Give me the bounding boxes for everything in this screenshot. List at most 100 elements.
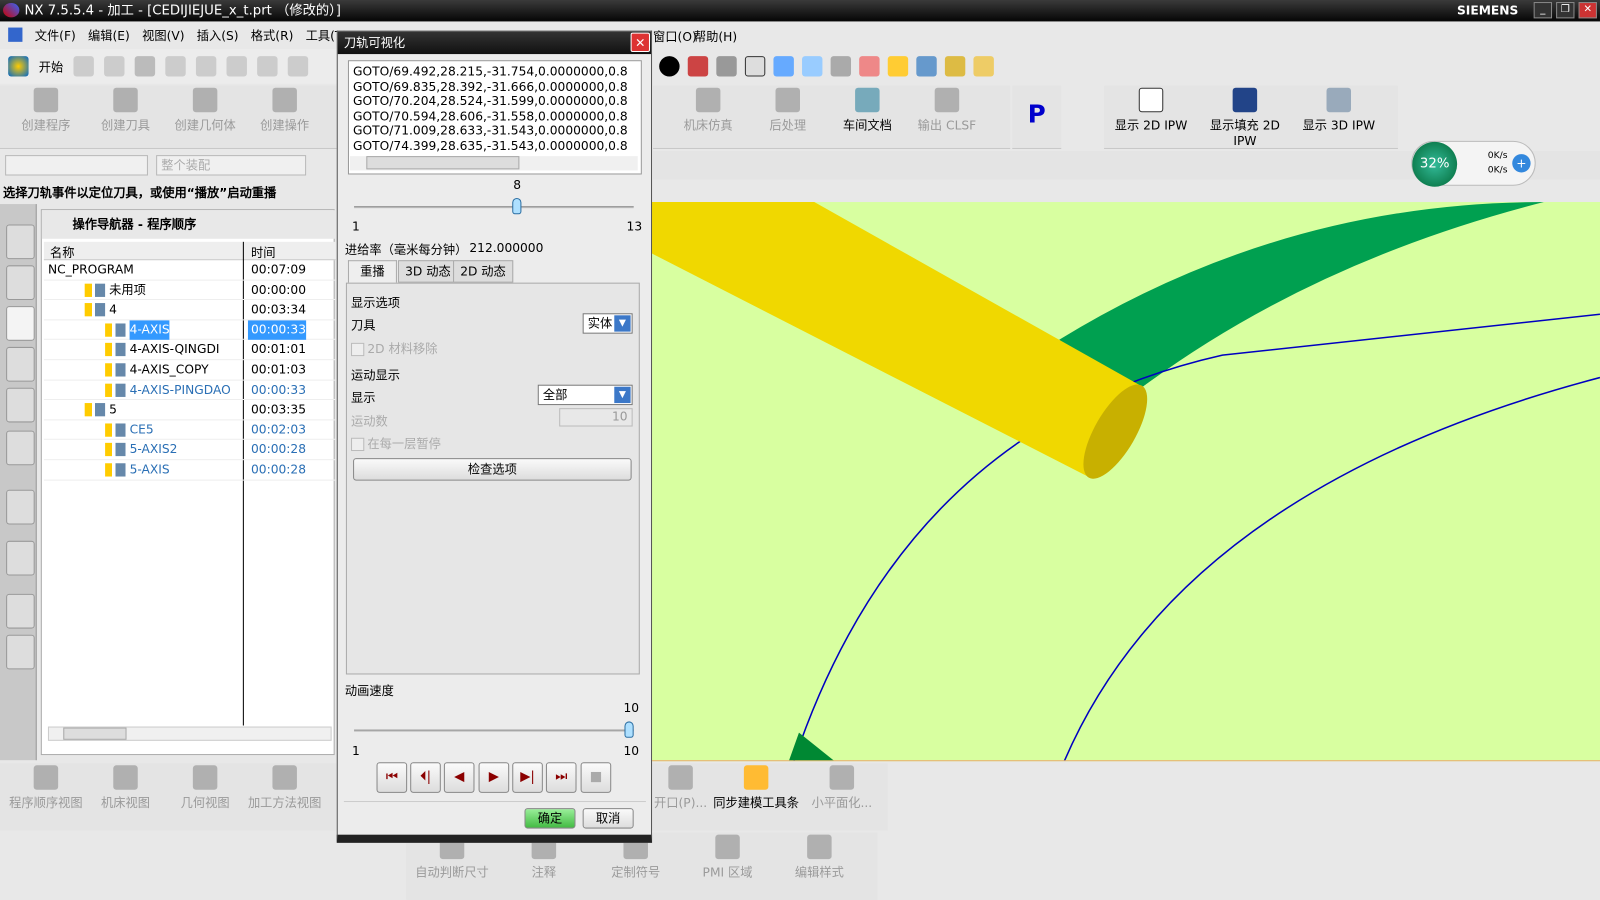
check-options-button[interactable]: 检查选项 (353, 458, 632, 481)
forward-to-end-button[interactable]: ⏭ (545, 762, 577, 793)
geometry-view-button[interactable]: 几何视图 (165, 763, 245, 830)
column-name[interactable]: 名称 (50, 244, 75, 261)
material-removal-checkbox[interactable]: 2D 材料移除 (351, 340, 437, 357)
speed-slider-thumb[interactable] (624, 721, 634, 738)
restore-button[interactable]: ❐ (1556, 2, 1575, 19)
table-row[interactable]: 4-AXIS_COPY 00:01:03 (43, 360, 336, 381)
table-row[interactable]: NC_PROGRAM 00:07:09 (43, 260, 336, 281)
horizontal-scrollbar[interactable] (47, 726, 332, 741)
filter-icon[interactable] (916, 56, 937, 77)
table-row[interactable]: 未用项 00:00:00 (43, 280, 336, 301)
menu-view[interactable]: 视图(V) (142, 26, 184, 43)
tab-replay[interactable]: 重播 (347, 260, 397, 283)
facet-button[interactable]: 小平面化... (802, 763, 882, 830)
pmi-region-button[interactable]: PMI 区域 (682, 833, 774, 900)
menu-window[interactable]: 窗口(O) (653, 28, 697, 45)
table-row[interactable]: 5 00:03:35 (43, 400, 336, 421)
create-tool-button[interactable]: 创建刀具 (86, 86, 166, 134)
paste-icon[interactable] (226, 56, 247, 77)
method-view-button[interactable]: 加工方法视图 (245, 763, 325, 830)
column-time[interactable]: 时间 (251, 244, 276, 261)
show-3d-ipw-button[interactable]: 显示 3D IPW (1292, 86, 1386, 134)
show-fill-2d-ipw-button[interactable]: 显示填充 2D IPW (1198, 86, 1292, 148)
history-tab[interactable] (6, 593, 35, 629)
constraint-navigator-tab[interactable] (6, 265, 35, 300)
machine-navigator-tab[interactable] (6, 346, 35, 382)
display-dropdown[interactable]: 全部 ▼ (537, 384, 633, 406)
rewind-to-start-button[interactable]: ⏮ (376, 762, 408, 793)
table-row[interactable]: 5-AXIS 00:00:28 (43, 460, 336, 481)
list-item[interactable]: GOTO/74.399,28.635,-31.543,0.0000000,0.8 (353, 138, 637, 153)
output-clsf-button[interactable]: 输出 CLSF (907, 86, 987, 134)
delete-icon[interactable] (257, 56, 278, 77)
list-item[interactable]: GOTO/70.594,28.606,-31.558,0.0000000,0.8 (353, 109, 637, 124)
play-forward-button[interactable]: ▶ (478, 762, 510, 793)
save-icon[interactable] (134, 56, 156, 77)
selection-filter-dropdown[interactable] (5, 155, 148, 176)
menu-format[interactable]: 格式(R) (251, 26, 294, 43)
web-browser-tab[interactable] (6, 489, 35, 525)
assembly-navigator-tab[interactable] (6, 224, 35, 260)
create-geometry-button[interactable]: 创建几何体 (165, 86, 245, 134)
table-row[interactable]: CE5 00:02:03 (43, 420, 336, 441)
layer-icon[interactable] (830, 56, 852, 77)
table-row[interactable]: 5-AXIS2 00:00:28 (43, 440, 336, 461)
pause-each-layer-checkbox[interactable]: 在每一层暂停 (351, 435, 441, 452)
ok-button[interactable]: 确定 (524, 808, 576, 829)
start-button[interactable]: 开始 (39, 58, 64, 75)
tab-3d-dynamic[interactable]: 3D 动态 (397, 260, 458, 283)
event-slider-track[interactable] (354, 206, 634, 209)
open-icon[interactable] (104, 56, 125, 77)
step-forward-button[interactable]: ▶| (512, 762, 543, 793)
add-icon[interactable]: + (1512, 154, 1531, 173)
tool-display-dropdown[interactable]: 实体 ▼ (582, 313, 633, 334)
list-item[interactable]: GOTO/70.204,28.524,-31.599,0.0000000,0.8 (353, 94, 637, 109)
event-slider-thumb[interactable] (512, 197, 522, 215)
program-order-view-button[interactable]: 程序顺序视图 (6, 763, 86, 830)
postprocess-button[interactable]: 后处理 (748, 86, 828, 134)
reuse-library-tab[interactable] (6, 430, 35, 466)
stop-button[interactable]: ■ (580, 762, 612, 793)
copy-icon[interactable] (195, 56, 217, 77)
motion-count-input[interactable]: 10 (559, 408, 633, 427)
machine-simulation-button[interactable]: 机床仿真 (668, 86, 748, 134)
orient-icon[interactable] (773, 56, 794, 77)
opening-button[interactable]: 开口(P)... (651, 763, 710, 830)
wireframe-icon[interactable] (687, 56, 709, 77)
tab-2d-dynamic[interactable]: 2D 动态 (453, 260, 513, 283)
menu-edit[interactable]: 编辑(E) (88, 26, 130, 43)
play-backward-button[interactable]: ◀ (443, 762, 475, 793)
shading-icon[interactable] (659, 56, 680, 77)
sync-modeling-button[interactable]: 同步建模工具条 (710, 763, 802, 830)
background-icon[interactable] (744, 56, 766, 77)
create-program-button[interactable]: 创建程序 (6, 86, 86, 134)
list-h-scrollbar[interactable] (349, 156, 638, 171)
scope-dropdown[interactable]: 整个装配 (156, 155, 307, 176)
list-item[interactable]: GOTO/69.492,28.215,-31.754,0.0000000,0.8 (353, 64, 637, 79)
wcs-icon[interactable] (859, 56, 880, 77)
cut-icon[interactable] (165, 56, 186, 77)
menu-help[interactable]: 帮助(H) (694, 28, 737, 45)
process-studio-tab[interactable] (6, 540, 35, 576)
undo-icon[interactable] (287, 56, 309, 77)
p-button[interactable]: P (1012, 85, 1062, 149)
table-row[interactable]: 4-AXIS-PINGDAO 00:00:33 (43, 380, 336, 401)
cancel-button[interactable]: 取消 (582, 808, 634, 829)
dialog-close-button[interactable]: ✕ (630, 32, 650, 53)
measure-icon[interactable] (944, 56, 966, 77)
roles-tab[interactable] (6, 634, 35, 670)
edit-style-button[interactable]: 编辑样式 (773, 833, 865, 900)
operation-navigator-tab[interactable] (6, 306, 35, 341)
close-button[interactable]: ✕ (1578, 2, 1597, 19)
snap-view-icon[interactable] (802, 56, 823, 77)
create-operation-button[interactable]: 创建操作 (245, 86, 325, 134)
minimize-button[interactable]: _ (1533, 2, 1553, 19)
feature-navigator-tab[interactable] (6, 387, 35, 423)
render-icon[interactable] (716, 56, 737, 77)
table-row[interactable]: 4-AXIS 00:00:33 (43, 320, 336, 341)
table-row[interactable]: 4 00:03:34 (43, 300, 336, 321)
table-row[interactable]: 4-AXIS-QINGDI 00:01:01 (43, 340, 336, 361)
menu-insert[interactable]: 插入(S) (197, 26, 239, 43)
step-back-button[interactable]: ⏴| (410, 762, 441, 793)
new-icon[interactable] (73, 56, 94, 77)
